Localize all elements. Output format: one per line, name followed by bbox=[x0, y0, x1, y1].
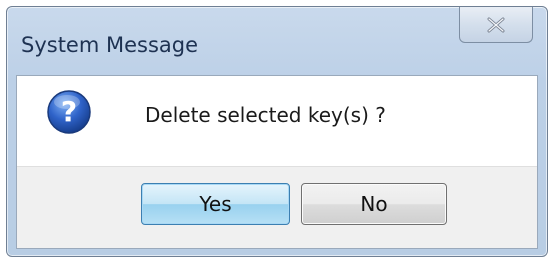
button-bar: Yes No bbox=[17, 166, 537, 248]
window-title: System Message bbox=[21, 33, 199, 57]
dialog-body: ? Delete selected key(s) ? Yes No bbox=[16, 75, 538, 249]
no-button[interactable]: No bbox=[301, 183, 447, 225]
yes-button[interactable]: Yes bbox=[141, 183, 290, 225]
svg-text:?: ? bbox=[61, 95, 77, 128]
message-area: ? Delete selected key(s) ? bbox=[17, 76, 537, 166]
dialog-window: System Message ? Delete selected key(s) … bbox=[6, 6, 548, 257]
question-icon: ? bbox=[45, 88, 93, 136]
close-button[interactable] bbox=[459, 7, 533, 43]
close-icon bbox=[485, 17, 507, 33]
title-bar[interactable]: System Message bbox=[7, 7, 547, 75]
message-text: Delete selected key(s) ? bbox=[145, 103, 386, 127]
